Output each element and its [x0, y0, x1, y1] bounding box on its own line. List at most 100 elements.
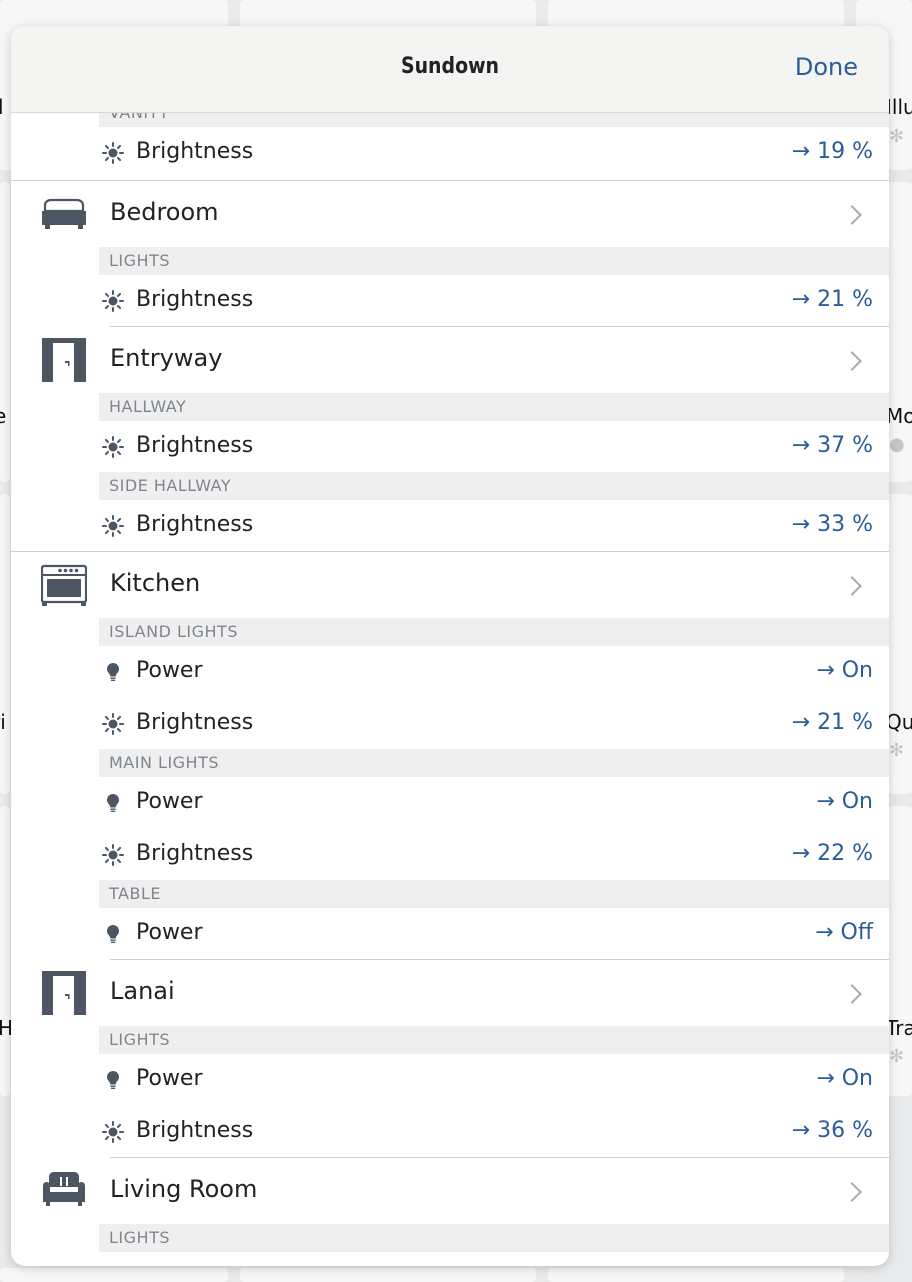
- group-header: SIDE HALLWAY: [99, 472, 889, 500]
- group-header: TABLE: [99, 880, 889, 908]
- action-row[interactable]: Brightness → 19 %: [11, 127, 889, 179]
- action-label: Brightness: [136, 709, 254, 735]
- group-header-label: MAIN LIGHTS: [109, 753, 220, 772]
- room-name: Living Room: [110, 1175, 258, 1203]
- group-header: MAIN LIGHTS: [99, 749, 889, 777]
- action-label: Brightness: [136, 432, 254, 458]
- action-value: → 21 %: [791, 286, 873, 312]
- room-row[interactable]: Living Room: [11, 1158, 889, 1224]
- room-row[interactable]: Kitchen: [11, 552, 889, 618]
- navigation-bar: Sundown Done: [11, 26, 889, 113]
- action-value: → 36 %: [791, 1117, 873, 1143]
- background-tile: [0, 806, 10, 1096]
- room-name: Bedroom: [110, 198, 219, 226]
- background-tile-label: Tra: [886, 1016, 912, 1040]
- fan-icon: ✻: [889, 126, 905, 147]
- action-row[interactable]: Power → On: [11, 646, 889, 698]
- action-value: → 21 %: [791, 709, 873, 735]
- page-title: Sundown: [400, 54, 500, 79]
- action-value: → Off: [815, 919, 873, 945]
- action-value: → 33 %: [791, 511, 873, 537]
- door-icon: [41, 337, 87, 383]
- background-tile-label: Mo: [886, 404, 912, 428]
- bulb-icon: ●: [889, 434, 905, 455]
- action-row[interactable]: Brightness → 37 %: [11, 421, 889, 472]
- action-value: → 19 %: [791, 139, 873, 164]
- action-label: Power: [136, 658, 203, 683]
- action-row[interactable]: Power → Off: [11, 908, 889, 959]
- group-header-label: LIGHTS: [109, 1030, 170, 1049]
- action-row[interactable]: Brightness → 21 %: [11, 698, 889, 749]
- brightness-icon: [102, 142, 124, 164]
- room-name: Kitchen: [110, 569, 201, 597]
- group-header: HALLWAY: [99, 393, 889, 421]
- action-label: Brightness: [136, 139, 254, 164]
- background-tile-label: e: [0, 404, 7, 428]
- action-label: Brightness: [136, 840, 254, 866]
- action-label: Brightness: [136, 1117, 254, 1143]
- action-value: → 37 %: [791, 432, 873, 458]
- action-value: → On: [816, 658, 873, 683]
- background-tile-label: ri: [0, 710, 6, 734]
- done-button[interactable]: Done: [795, 53, 858, 81]
- action-label: Brightness: [136, 286, 254, 312]
- brightness-icon: [102, 712, 124, 735]
- bulb-icon: [102, 661, 124, 683]
- brightness-icon: [102, 435, 124, 458]
- group-header-label: LIGHTS: [109, 1228, 170, 1247]
- group-header-label: SIDE HALLWAY: [109, 476, 232, 495]
- brightness-icon: [102, 289, 124, 312]
- fan-icon: ✻: [889, 740, 905, 761]
- action-label: Brightness: [136, 511, 254, 537]
- bulb-icon: [102, 792, 124, 814]
- brightness-icon: [102, 843, 124, 866]
- action-label: Power: [136, 1066, 203, 1091]
- bed-icon: [41, 191, 87, 237]
- action-label: Power: [136, 789, 203, 814]
- room-name: Lanai: [110, 977, 175, 1005]
- action-row[interactable]: Brightness → 33 %: [11, 500, 889, 551]
- action-value: → On: [816, 1066, 873, 1091]
- group-header: LIGHTS: [99, 1224, 889, 1252]
- action-row[interactable]: Brightness → 22 %: [11, 829, 889, 880]
- group-header: LIGHTS: [99, 247, 889, 275]
- scene-sheet: Sundown Done VANITYBrightness→ 19 %Bedro…: [11, 26, 889, 1266]
- action-row[interactable]: Power → On: [11, 777, 889, 829]
- oven-icon: [40, 562, 88, 608]
- room-row[interactable]: Lanai: [11, 960, 889, 1026]
- group-header: LIGHTS: [99, 1026, 889, 1054]
- background-tile-label: l: [0, 95, 4, 119]
- group-header-label: TABLE: [109, 884, 161, 903]
- background-tile-label: Illu: [886, 95, 912, 119]
- bulb-icon: [102, 923, 124, 945]
- brightness-icon: [102, 1120, 124, 1143]
- action-row[interactable]: Brightness → 36 %: [11, 1106, 889, 1157]
- action-label: Power: [136, 919, 203, 945]
- chevron-right-icon: [842, 1182, 862, 1202]
- action-value: → On: [816, 789, 873, 814]
- room-name: Entryway: [110, 344, 223, 372]
- action-row[interactable]: Power → On: [11, 1054, 889, 1106]
- group-header-label: HALLWAY: [109, 397, 187, 416]
- background-tile: [0, 494, 10, 794]
- door-icon: [41, 970, 87, 1016]
- armchair-icon: [41, 1168, 87, 1214]
- background-tile-label: Qui: [886, 710, 912, 734]
- room-row[interactable]: Bedroom: [11, 181, 889, 247]
- background-tile: [240, 1268, 536, 1282]
- bulb-icon: [102, 1069, 124, 1091]
- action-value: → 22 %: [791, 840, 873, 866]
- background-tile: [0, 182, 10, 482]
- chevron-right-icon: [842, 351, 862, 371]
- room-row[interactable]: Entryway: [11, 327, 889, 393]
- action-row[interactable]: Brightness → 21 %: [11, 275, 889, 326]
- chevron-right-icon: [842, 576, 862, 596]
- group-header-label: LIGHTS: [109, 251, 170, 270]
- chevron-right-icon: [842, 984, 862, 1004]
- chevron-right-icon: [842, 205, 862, 225]
- group-header: ISLAND LIGHTS: [99, 618, 889, 646]
- background-tile: [0, 1268, 228, 1282]
- fan-icon: ✻: [889, 1046, 905, 1067]
- brightness-icon: [102, 514, 124, 537]
- background-tile: [548, 1268, 844, 1282]
